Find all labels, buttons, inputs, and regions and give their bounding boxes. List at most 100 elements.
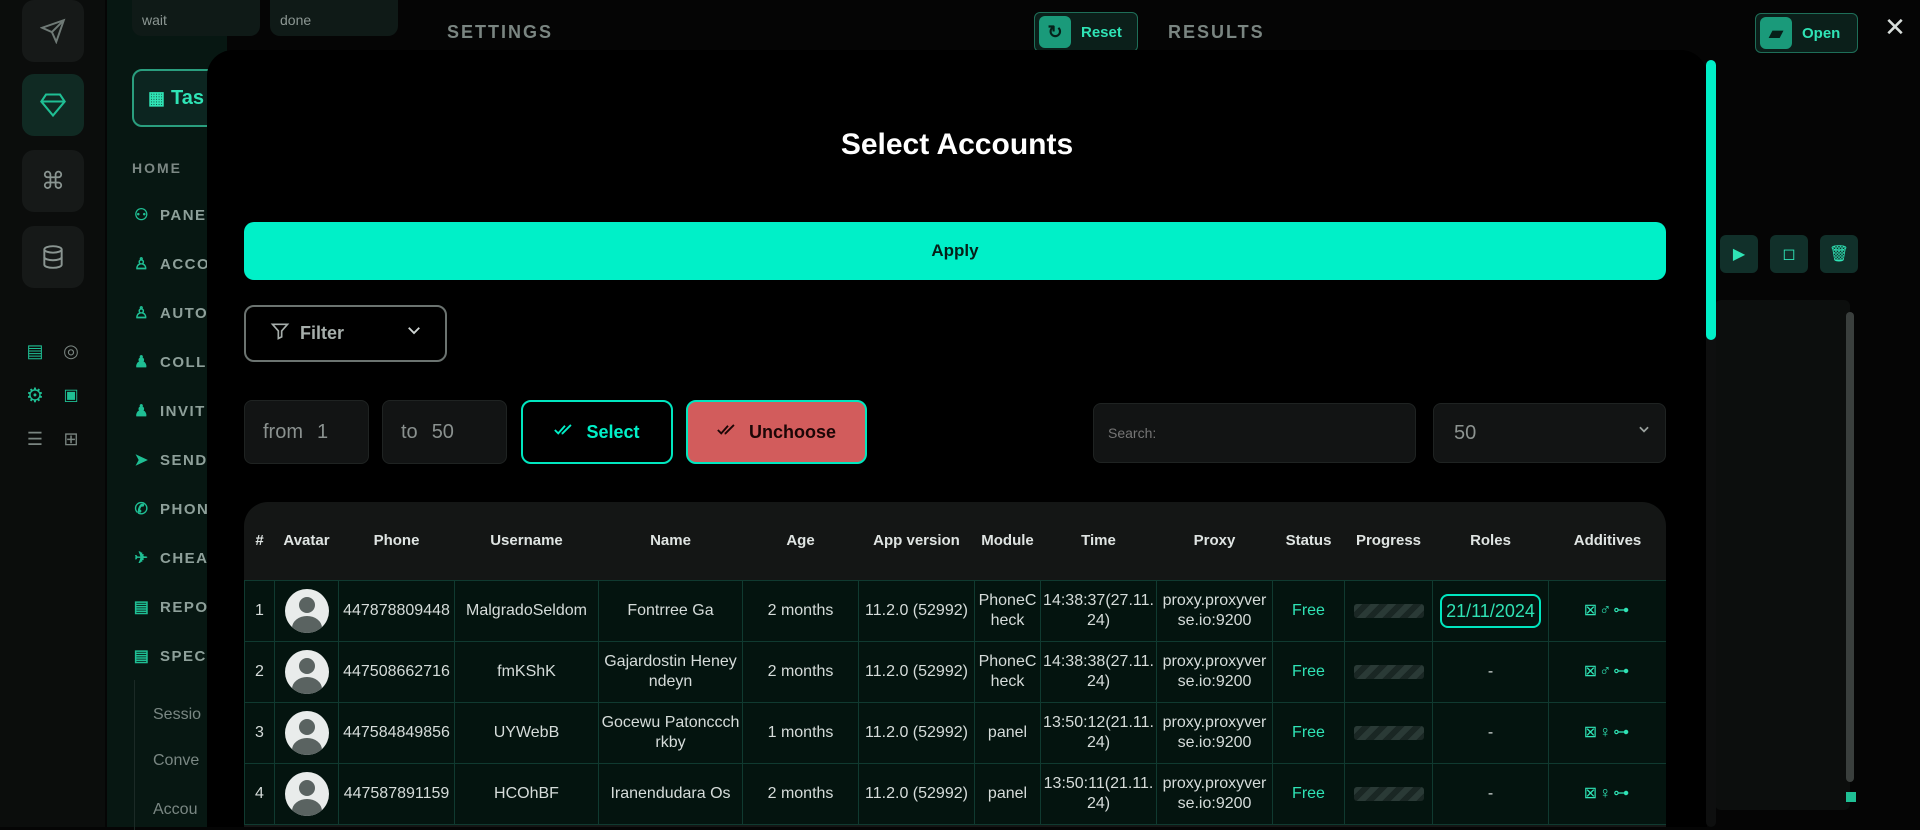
col-header-time[interactable]: Time — [1041, 502, 1157, 580]
wait-pill: wait — [132, 0, 260, 36]
gear-icon[interactable]: ⚙ — [22, 382, 48, 408]
from-label: from — [263, 421, 303, 444]
table-row[interactable]: 1 447878809448 MalgradoSeldom Fontrree G… — [245, 580, 1667, 641]
select-button[interactable]: Select — [521, 400, 673, 464]
sidebar-item-phone[interactable]: ✆PHON — [132, 499, 209, 519]
table-row[interactable]: 2 447508662716 fmKShK Gajardostin Heneyn… — [245, 641, 1667, 702]
cell-username: UYWebB — [455, 702, 599, 763]
grid-icon[interactable]: ⊞ — [58, 426, 84, 452]
col-header-module[interactable]: Module — [975, 502, 1041, 580]
progress-bar — [1354, 604, 1424, 618]
progress-bar — [1354, 726, 1424, 740]
reset-button[interactable]: ↻ Reset — [1034, 12, 1138, 52]
col-header-age[interactable]: Age — [743, 502, 859, 580]
col-header-progress[interactable]: Progress — [1345, 502, 1433, 580]
cell-app-version: 11.2.0 (52992) — [859, 641, 975, 702]
col-header-roles[interactable]: Roles — [1433, 502, 1549, 580]
trash-icon[interactable]: 🗑 — [1820, 235, 1858, 273]
cell-name: Fontrree Ga — [599, 580, 743, 641]
sidebar-item-special[interactable]: ▤SPECI — [132, 646, 213, 666]
sidebar-item-cheat[interactable]: ✈CHEA — [132, 548, 209, 568]
col-header-additives[interactable]: Additives — [1549, 502, 1667, 580]
sidebar-item-label: PANEI — [160, 207, 212, 224]
col-header-phone[interactable]: Phone — [339, 502, 455, 580]
sidebar-subitem-accounts[interactable]: Accou — [153, 801, 197, 819]
cell-time: 13:50:11(21.11.24) — [1041, 763, 1157, 824]
cell-avatar — [275, 763, 339, 824]
unchoose-label: Unchoose — [749, 422, 836, 443]
sidebar-item-accounts[interactable]: ♙ACCO — [132, 254, 210, 274]
col-header-app-version[interactable]: App version — [859, 502, 975, 580]
list-check-icon[interactable]: ☰ — [22, 426, 48, 452]
modal-scrollbar-thumb[interactable] — [1706, 60, 1716, 340]
col-header-proxy[interactable]: Proxy — [1157, 502, 1273, 580]
col-header-name[interactable]: Name — [599, 502, 743, 580]
open-label: Open — [1802, 25, 1840, 42]
role-badge[interactable]: 21/11/2024 — [1440, 594, 1541, 628]
col-header-username[interactable]: Username — [455, 502, 599, 580]
send-icon: ➤ — [132, 450, 152, 470]
cell-app-version: 11.2.0 (52992) — [859, 580, 975, 641]
cell-phone: 447584849856 — [339, 702, 455, 763]
sidebar-subitem-sessions[interactable]: Sessio — [153, 706, 201, 724]
cell-num: 1 — [245, 580, 275, 641]
users-collect-icon: ♟ — [132, 352, 152, 372]
cell-progress — [1345, 580, 1433, 641]
filter-dropdown[interactable]: Filter — [244, 305, 447, 362]
sidebar-item-auto[interactable]: ♙AUTO — [132, 303, 208, 323]
code-icon[interactable]: ▣ — [58, 382, 84, 408]
chevron-down-icon — [1637, 422, 1651, 439]
cell-status: Free — [1273, 702, 1345, 763]
col-header-avatar[interactable]: Avatar — [275, 502, 339, 580]
apply-button[interactable]: Apply — [244, 222, 1666, 280]
sidebar-item-reports[interactable]: ▤REPO — [132, 597, 209, 617]
col-header-status[interactable]: Status — [1273, 502, 1345, 580]
open-button[interactable]: ▰ Open — [1755, 13, 1858, 53]
user-pin-icon[interactable]: ◎ — [58, 338, 84, 364]
cell-avatar — [275, 702, 339, 763]
sidebar-item-label: SPECI — [160, 648, 213, 665]
command-icon[interactable]: ⌘ — [22, 150, 84, 212]
cell-phone: 447587891159 — [339, 763, 455, 824]
diamond-icon[interactable] — [22, 74, 84, 136]
table-row[interactable]: 4 447587891159 HCOhBF Iranendudara Os 2 … — [245, 763, 1667, 824]
cell-num: 4 — [245, 763, 275, 824]
cell-age: 2 months — [743, 580, 859, 641]
cell-proxy: proxy.proxyverse.io:9200 — [1157, 580, 1273, 641]
cell-status: Free — [1273, 580, 1345, 641]
col-header-num[interactable]: # — [245, 502, 275, 580]
per-page-select[interactable]: 50 — [1433, 403, 1666, 463]
sidebar-item-panel[interactable]: ⚇ PANEI — [132, 205, 212, 225]
database-icon[interactable] — [22, 226, 84, 288]
sidebar-item-label: REPO — [160, 599, 209, 616]
play-icon[interactable]: ▶ — [1720, 235, 1758, 273]
sidebar-item-collect[interactable]: ♟COLL — [132, 352, 207, 372]
range-to-input[interactable]: to 50 — [382, 400, 507, 464]
cell-age: 2 months — [743, 641, 859, 702]
per-page-value: 50 — [1454, 422, 1476, 445]
sidebar-item-send[interactable]: ➤SEND — [132, 450, 208, 470]
search-input[interactable] — [1108, 425, 1415, 441]
users-icon: ⚇ — [132, 205, 152, 225]
table-row[interactable]: 3 447584849856 UYWebB Gocewu Patonccchrk… — [245, 702, 1667, 763]
done-pill: done — [270, 0, 398, 36]
reset-label: Reset — [1081, 24, 1122, 41]
icon-rail: ⌘ ▤ ◎ ⚙ ▣ ☰ ⊞ — [0, 0, 105, 827]
results-panel — [1715, 300, 1850, 810]
unchoose-button[interactable]: Unchoose — [686, 400, 867, 464]
sidebar-item-invite[interactable]: ♟INVIT — [132, 401, 206, 421]
sidebar-subitem-conversations[interactable]: Conve — [153, 752, 199, 770]
sidebar-item-label: PHON — [160, 501, 209, 518]
sidebar-item-label: AUTO — [160, 305, 208, 322]
results-scrollbar[interactable] — [1846, 312, 1854, 782]
range-from-input[interactable]: from 1 — [244, 400, 369, 464]
cell-status: Free — [1273, 641, 1345, 702]
stop-icon[interactable]: ◻ — [1770, 235, 1808, 273]
results-checkbox[interactable] — [1846, 792, 1856, 802]
table-icon[interactable]: ▤ — [22, 338, 48, 364]
tasks-label: Tas — [171, 87, 204, 110]
send-icon[interactable] — [22, 0, 84, 62]
reset-icon: ↻ — [1039, 16, 1071, 48]
cell-roles: - — [1433, 641, 1549, 702]
close-icon[interactable]: ✕ — [1880, 12, 1910, 42]
